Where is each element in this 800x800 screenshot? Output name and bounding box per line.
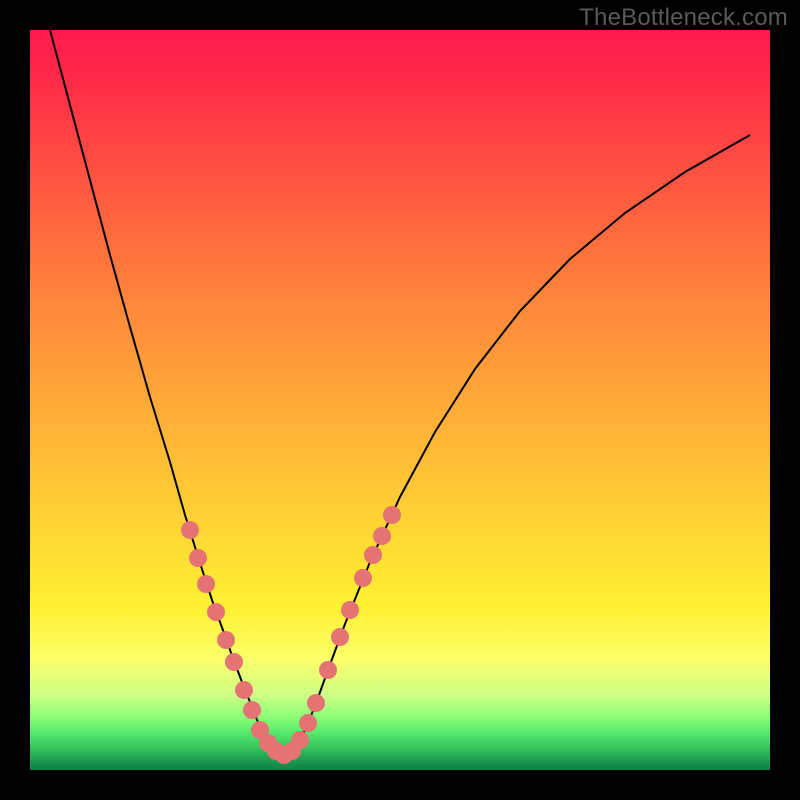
curve-markers — [181, 506, 401, 764]
curve-marker — [299, 714, 317, 732]
curve-marker — [217, 631, 235, 649]
curve-marker — [319, 661, 337, 679]
curve-marker — [331, 628, 349, 646]
curve-marker — [354, 569, 372, 587]
plot-area — [30, 30, 770, 770]
chart-svg — [30, 30, 770, 770]
chart-frame: TheBottleneck.com — [0, 0, 800, 800]
curve-marker — [181, 521, 199, 539]
bottleneck-curve — [50, 30, 750, 755]
curve-marker — [197, 575, 215, 593]
watermark-text: TheBottleneck.com — [579, 4, 788, 32]
curve-marker — [383, 506, 401, 524]
curve-marker — [291, 731, 309, 749]
curve-marker — [243, 701, 261, 719]
curve-marker — [189, 549, 207, 567]
curve-marker — [207, 603, 225, 621]
curve-marker — [307, 694, 325, 712]
curve-marker — [373, 527, 391, 545]
curve-marker — [225, 653, 243, 671]
curve-marker — [341, 601, 359, 619]
curve-marker — [235, 681, 253, 699]
curve-marker — [364, 546, 382, 564]
